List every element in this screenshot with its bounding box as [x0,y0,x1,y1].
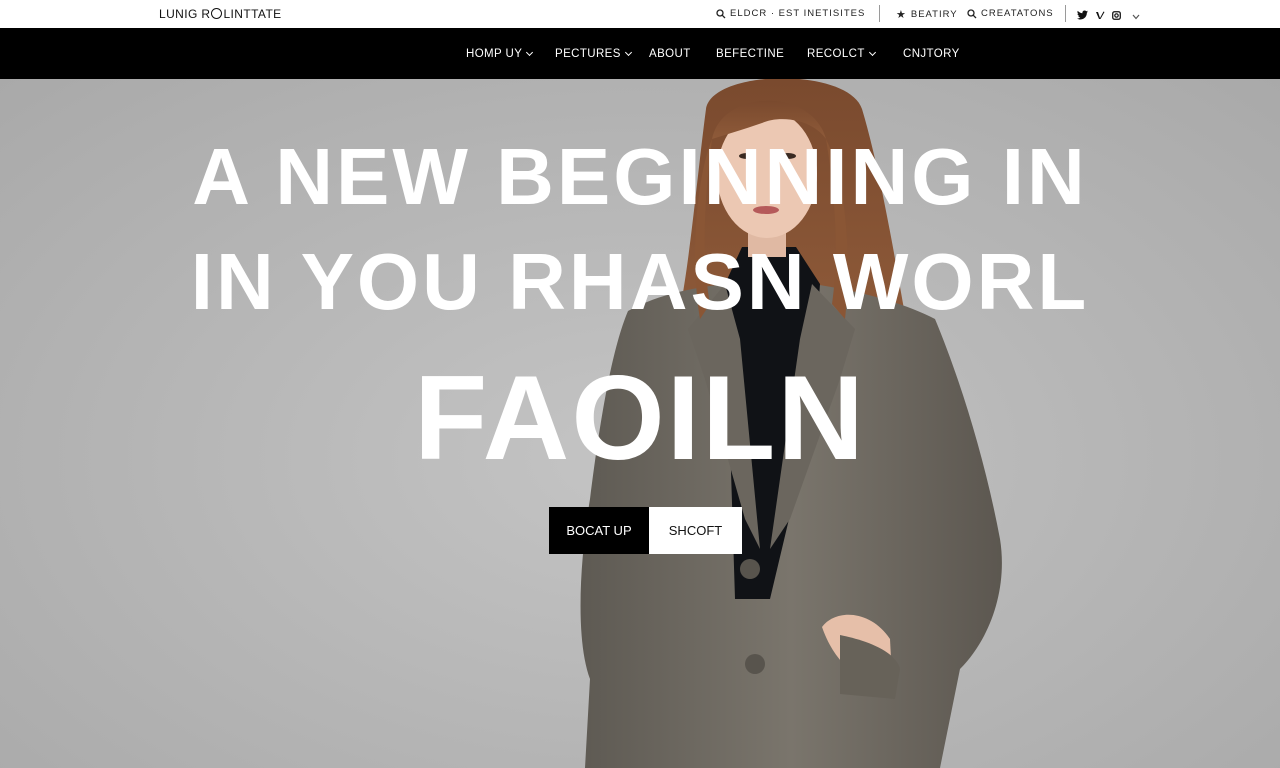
hero-headline-line-2: IN YOU RHASN WORL [190,237,1090,326]
utility-divider [879,5,880,22]
nav-item-cnjtory[interactable]: CNJTORY [903,48,960,60]
utility-search-link[interactable]: ELDCR · EST INETISITES [716,8,865,19]
social-links [1077,7,1140,25]
utility-creatatons-label: CREATATONS [981,8,1054,19]
nav-item-label: CNJTORY [903,48,960,60]
nav-item-label: BEFECTINE [716,48,785,60]
chevron-down-icon [868,48,876,57]
vimeo-icon[interactable] [1095,7,1105,25]
hero-primary-button[interactable]: BOCAT UP [549,507,649,554]
hero-headline-line-1: A NEW BEGINNING IN [192,132,1088,221]
chevron-down-icon [526,48,534,57]
logo-text-right: LINTTATE [223,7,282,21]
nav-item-label: ABOUT [649,48,691,60]
nav-item-befectine[interactable]: BEFECTINE [716,48,784,60]
search-icon [967,8,977,18]
main-navigation: HOMP UY PECTURES ABOUT BEFECTINE RECOLCT… [0,28,1280,79]
top-utility-bar: LUNIG R LINTTATE ELDCR · EST INETISITES ★… [0,0,1280,28]
twitter-icon[interactable] [1077,7,1088,25]
nav-item-recolct[interactable]: RECOLCT [807,48,876,60]
nav-item-pectures[interactable]: PECTURES [555,48,632,60]
nav-item-label: RECOLCT [807,48,865,60]
logo-text-left: LUNIG R [159,7,211,21]
chevron-down-icon[interactable] [1132,7,1140,25]
nav-item-label: PECTURES [555,48,621,60]
nav-item-homp-uy[interactable]: HOMP UY [466,48,534,60]
utility-beatiry-label: BEATIRY [910,9,958,20]
nav-item-label: HOMP UY [466,48,523,60]
star-icon: ★ [896,9,907,21]
hero-banner: A NEW BEGINNING IN IN YOU RHASN WORL FAO… [0,79,1280,768]
search-icon [716,8,726,18]
utility-search-label: ELDCR · EST INETISITES [730,8,866,19]
hero-secondary-button[interactable]: SHCOFT [649,507,742,554]
nav-item-about[interactable]: ABOUT [649,48,691,60]
instagram-icon[interactable] [1112,7,1121,25]
utility-divider [1065,5,1066,22]
chevron-down-icon [624,48,632,57]
utility-creatatons-link[interactable]: CREATATONS [967,8,1054,19]
utility-beatiry-link[interactable]: ★ BEATIRY [896,8,958,21]
logo-mark-icon [211,8,223,19]
brand-logo[interactable]: LUNIG R LINTTATE [159,7,282,21]
hero-headline-line-3: FAOILN [414,351,866,485]
